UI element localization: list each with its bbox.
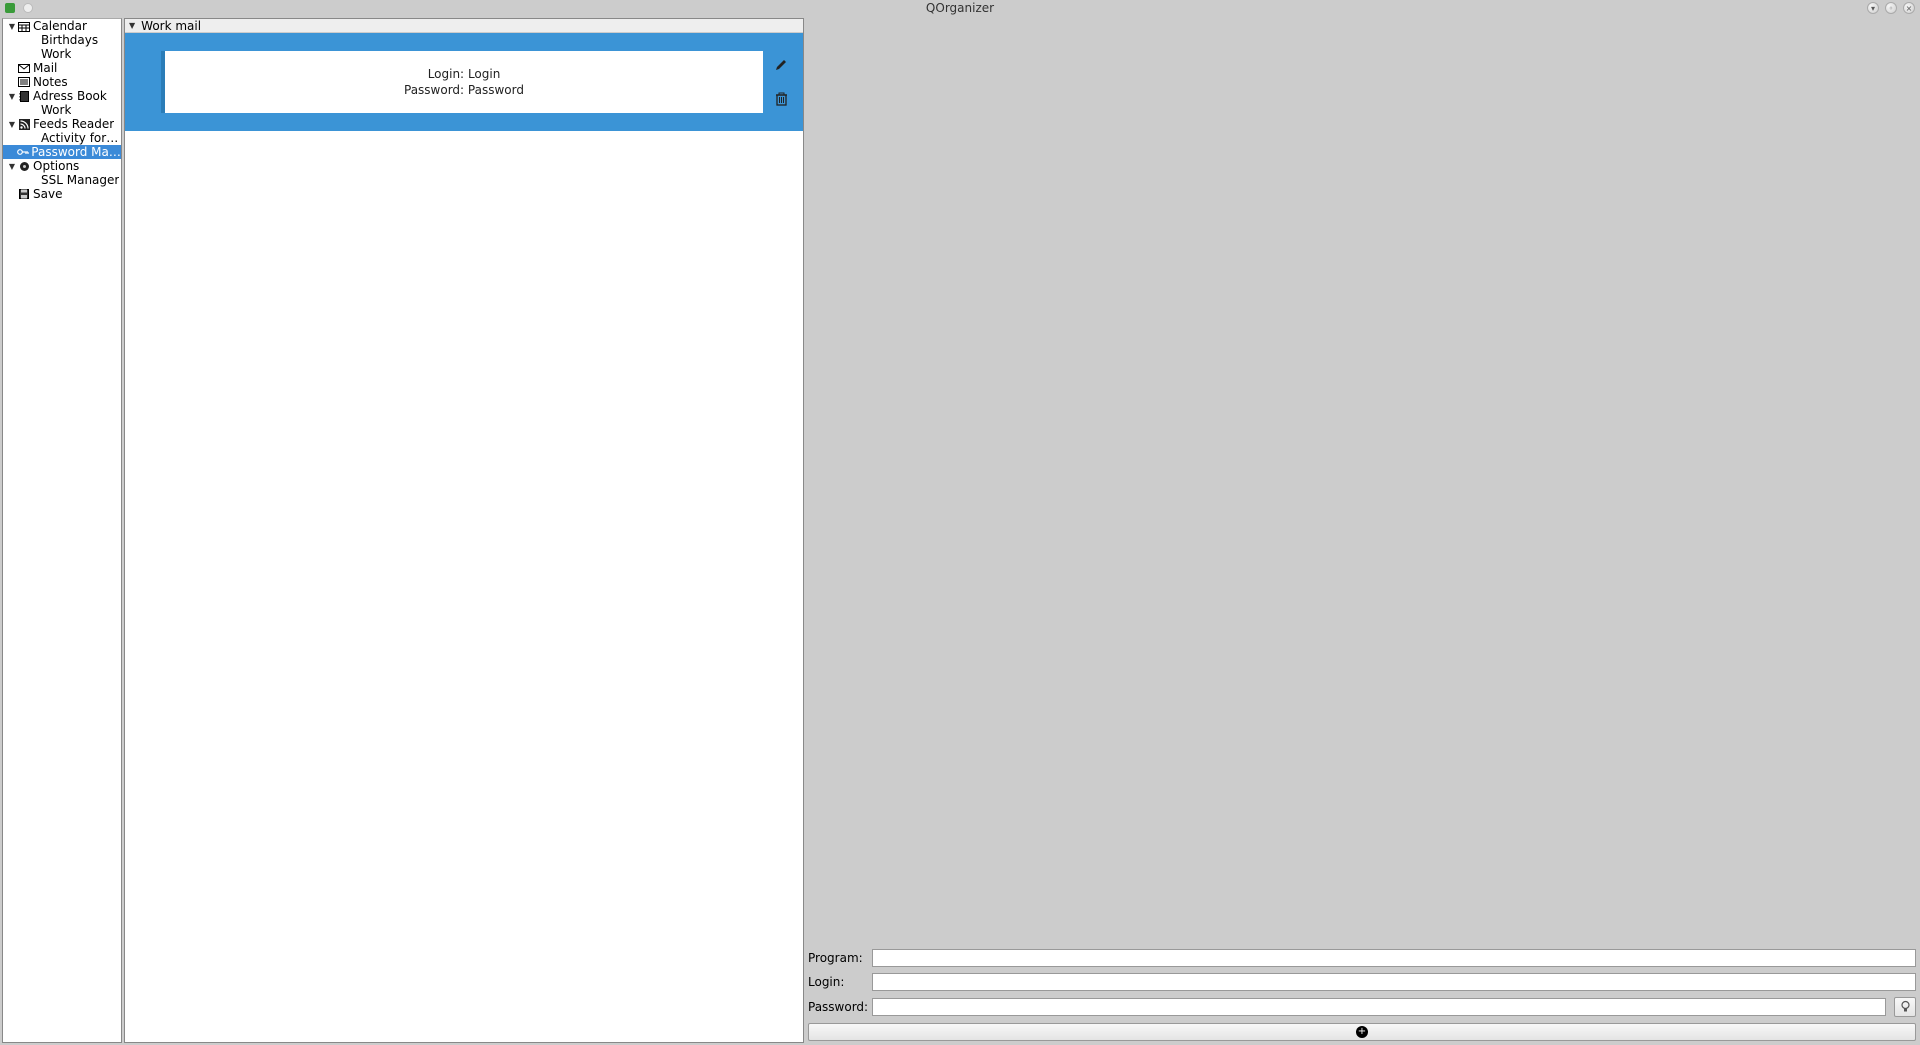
sidebar-item-options[interactable]: ▼ Options xyxy=(3,159,121,173)
entry-password-value: Password xyxy=(468,83,524,97)
sidebar-item-addressbook[interactable]: ▼ Adress Book xyxy=(3,89,121,103)
sidebar-item-label: Work xyxy=(41,47,71,61)
sidebar-item-label: Feeds Reader xyxy=(33,117,114,131)
window-controls: ▾ ◦ × xyxy=(1867,2,1915,14)
expander-icon[interactable]: ▼ xyxy=(7,162,17,171)
expander-icon[interactable]: ▼ xyxy=(7,120,17,129)
password-list-panel: ▼ Work mail Login: Login Password: Passw… xyxy=(124,18,804,1043)
sidebar-item-work-addressbook[interactable]: Work xyxy=(3,103,121,117)
sidebar-item-label: Password Man... xyxy=(31,145,121,159)
form-row-program: Program: xyxy=(808,949,1916,967)
app-icon xyxy=(5,3,15,13)
sidebar-item-label: SSL Manager xyxy=(41,173,119,187)
sidebar-item-save[interactable]: Save xyxy=(3,187,121,201)
sidebar-item-mail[interactable]: Mail xyxy=(3,61,121,75)
entry-password-line: Password: Password xyxy=(404,83,524,97)
password-list-body xyxy=(125,131,803,1042)
reveal-password-button[interactable] xyxy=(1894,997,1916,1017)
delete-button[interactable] xyxy=(773,91,789,107)
mail-icon xyxy=(17,62,31,74)
add-entry-button[interactable]: + xyxy=(808,1023,1916,1041)
entry-login-line: Login: Login xyxy=(428,67,501,81)
entry-form-panel: Program: Login: Password: + xyxy=(806,16,1920,1045)
sidebar-item-calendar[interactable]: ▼ Calendar xyxy=(3,19,121,33)
calendar-icon xyxy=(17,20,31,32)
sidebar: ▼ Calendar Birthdays Work Mail Notes xyxy=(2,18,122,1043)
minimize-button[interactable]: ▾ xyxy=(1867,2,1879,14)
titlebar: QOrganizer ▾ ◦ × xyxy=(0,0,1920,16)
expander-icon[interactable]: ▼ xyxy=(7,92,17,101)
sidebar-item-label: Calendar xyxy=(33,19,87,33)
maximize-button[interactable]: ◦ xyxy=(1885,2,1897,14)
password-input[interactable] xyxy=(872,998,1886,1016)
form-row-password: Password: xyxy=(808,997,1916,1017)
titlebar-dot xyxy=(23,3,33,13)
workspace: ▼ Calendar Birthdays Work Mail Notes xyxy=(0,16,1920,1045)
notes-icon xyxy=(17,76,31,88)
key-icon xyxy=(16,146,29,158)
entry-login-value: Login xyxy=(468,67,500,81)
plus-icon: + xyxy=(1356,1026,1368,1038)
sidebar-item-label: Options xyxy=(33,159,79,173)
bulb-icon xyxy=(1900,1000,1911,1014)
sidebar-item-label: Notes xyxy=(33,75,68,89)
sidebar-item-birthdays[interactable]: Birthdays xyxy=(3,33,121,47)
feeds-icon xyxy=(17,118,31,130)
chevron-down-icon: ▼ xyxy=(129,21,135,30)
sidebar-item-label: Adress Book xyxy=(33,89,107,103)
gear-icon xyxy=(17,160,31,172)
entry-login-label: Login: xyxy=(428,67,464,81)
save-icon xyxy=(17,188,31,200)
login-label: Login: xyxy=(808,975,864,989)
program-label: Program: xyxy=(808,951,864,965)
entry-card: Login: Login Password: Password xyxy=(161,51,763,113)
sidebar-item-feeds[interactable]: ▼ Feeds Reader xyxy=(3,117,121,131)
addressbook-icon xyxy=(17,90,31,102)
expander-icon[interactable]: ▼ xyxy=(7,22,17,31)
sidebar-item-label: Mail xyxy=(33,61,57,75)
program-input[interactable] xyxy=(872,949,1916,967)
edit-button[interactable] xyxy=(773,57,789,73)
sidebar-item-ssl-manager[interactable]: SSL Manager xyxy=(3,173,121,187)
form-row-login: Login: xyxy=(808,973,1916,991)
entry-password-label: Password: xyxy=(404,83,464,97)
sidebar-item-label: Work xyxy=(41,103,71,117)
entry-group-title: Work mail xyxy=(141,19,201,33)
entry-group-header[interactable]: ▼ Work mail xyxy=(125,19,803,33)
login-input[interactable] xyxy=(872,973,1916,991)
sidebar-item-password-manager[interactable]: Password Man... xyxy=(3,145,121,159)
sidebar-item-label: Save xyxy=(33,187,62,201)
sidebar-item-label: Activity for QO... xyxy=(41,131,121,145)
sidebar-item-activity[interactable]: Activity for QO... xyxy=(3,131,121,145)
close-button[interactable]: × xyxy=(1903,2,1915,14)
sidebar-item-work-calendar[interactable]: Work xyxy=(3,47,121,61)
sidebar-item-notes[interactable]: Notes xyxy=(3,75,121,89)
sidebar-item-label: Birthdays xyxy=(41,33,98,47)
password-entry[interactable]: Login: Login Password: Password xyxy=(125,33,803,131)
password-label: Password: xyxy=(808,1000,864,1014)
entry-actions xyxy=(771,51,791,113)
window-title: QOrganizer xyxy=(926,1,994,15)
